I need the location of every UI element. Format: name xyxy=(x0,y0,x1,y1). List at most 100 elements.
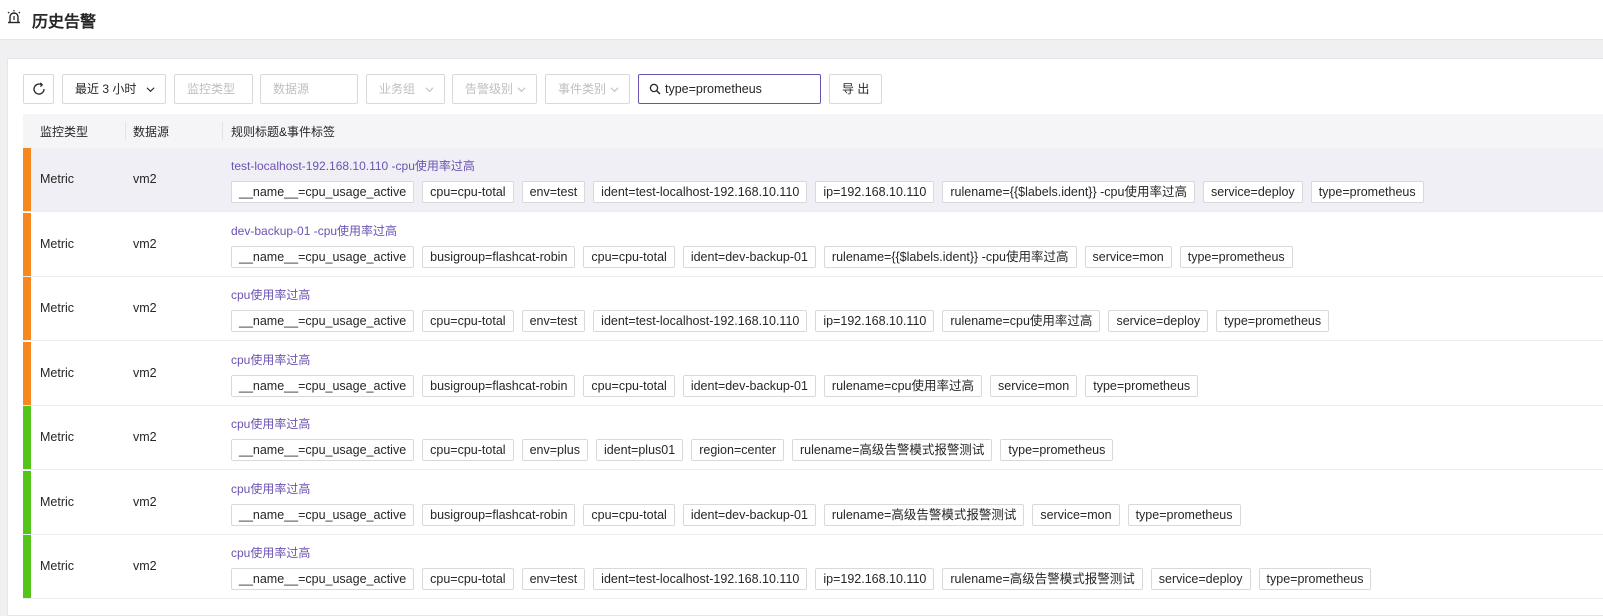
event-tags: __name__=cpu_usage_active cpu=cpu-total en… xyxy=(231,181,1424,203)
event-tag[interactable]: type=prometheus xyxy=(1000,439,1114,461)
datasource-select[interactable]: 数据源 xyxy=(260,74,358,104)
monitor-type-cell: Metric xyxy=(40,365,75,380)
severity-indicator xyxy=(23,212,31,276)
table-row[interactable]: Metric vm2 cpu使用率过高 __name__=cpu_usage_acti… xyxy=(23,406,1603,470)
event-tag[interactable]: type=prometheus xyxy=(1179,245,1293,268)
event-tag[interactable]: ident=test-localhost-192.168.10.110 xyxy=(593,310,808,332)
datasource-cell: vm2 xyxy=(133,365,157,380)
event-tag[interactable]: __name__=cpu_usage_active xyxy=(231,181,415,203)
event-tag[interactable]: ident=dev-backup-01 xyxy=(682,245,816,268)
rule-title-link[interactable]: cpu使用率过高 xyxy=(231,286,310,303)
datasource-cell: vm2 xyxy=(133,172,157,186)
event-tag[interactable]: cpu=cpu-total xyxy=(583,503,675,526)
rule-title-link[interactable]: cpu使用率过高 xyxy=(231,480,310,497)
event-tag[interactable]: type=prometheus xyxy=(1258,568,1372,590)
event-tag[interactable]: region=center xyxy=(691,439,784,461)
event-tag[interactable]: service=deploy xyxy=(1202,181,1303,203)
event-tags: __name__=cpu_usage_active busigroup=flash… xyxy=(231,374,1199,397)
refresh-icon xyxy=(33,82,45,95)
event-tag[interactable]: service=mon xyxy=(1084,245,1172,268)
event-tag[interactable]: cpu=cpu-total xyxy=(422,310,514,332)
event-type-select[interactable]: 事件类别 xyxy=(545,74,630,104)
event-tag[interactable]: busigroup=flashcat-robin xyxy=(422,503,576,526)
event-tag[interactable]: busigroup=flashcat-robin xyxy=(422,374,576,397)
event-tag[interactable]: service=deploy xyxy=(1108,310,1209,332)
column-header-title-tags: 规则标题&事件标签 xyxy=(231,125,336,139)
event-tag[interactable]: env=test xyxy=(521,568,586,590)
monitor-type-select[interactable]: 监控类型 xyxy=(174,74,253,104)
event-tag[interactable]: type=prometheus xyxy=(1127,503,1241,526)
table-row[interactable]: Metric vm2 cpu使用率过高 __name__=cpu_usage_acti… xyxy=(23,341,1603,406)
export-button[interactable]: 导 出 xyxy=(829,74,882,104)
search-input-value: type=prometheus xyxy=(665,82,762,96)
rule-title-link[interactable]: cpu使用率过高 xyxy=(231,544,310,561)
event-tag[interactable]: env=plus xyxy=(521,439,588,461)
event-tag[interactable]: cpu=cpu-total xyxy=(583,245,675,268)
event-tag[interactable]: cpu=cpu-total xyxy=(422,568,514,590)
event-tag[interactable]: rulename={{$labels.ident}} -cpu使用率过高 xyxy=(823,245,1077,268)
column-divider xyxy=(125,122,126,140)
rule-title-link[interactable]: cpu使用率过高 xyxy=(231,351,310,368)
event-tag[interactable]: env=test xyxy=(521,310,586,332)
event-tag[interactable]: __name__=cpu_usage_active xyxy=(231,568,415,590)
table-row[interactable]: Metric vm2 dev-backup-01 -cpu使用率过高 __name__… xyxy=(23,212,1603,277)
event-tag[interactable]: __name__=cpu_usage_active xyxy=(231,374,415,397)
rule-title-link[interactable]: test-localhost-192.168.10.110 -cpu使用率过高 xyxy=(231,157,475,174)
event-tag[interactable]: rulename=高级告警模式报警测试 xyxy=(942,568,1143,590)
event-tag[interactable]: rulename=高级告警模式报警测试 xyxy=(792,439,993,461)
event-tag[interactable]: __name__=cpu_usage_active xyxy=(231,439,415,461)
event-tag[interactable]: ip=192.168.10.110 xyxy=(815,181,935,203)
rule-title-link[interactable]: cpu使用率过高 xyxy=(231,415,310,432)
severity-indicator xyxy=(23,148,31,211)
event-tag[interactable]: type=prometheus xyxy=(1310,181,1424,203)
event-tag[interactable]: ident=dev-backup-01 xyxy=(682,503,816,526)
refresh-button[interactable] xyxy=(23,74,54,104)
column-divider xyxy=(222,122,223,140)
search-input[interactable]: type=prometheus xyxy=(638,74,821,104)
event-tag[interactable]: rulename=cpu使用率过高 xyxy=(823,374,982,397)
event-tag[interactable]: rulename=高级告警模式报警测试 xyxy=(823,503,1025,526)
event-tag[interactable]: ident=dev-backup-01 xyxy=(682,374,816,397)
event-tag[interactable]: service=mon xyxy=(990,374,1078,397)
event-tag[interactable]: ident=plus01 xyxy=(595,439,684,461)
table-row[interactable]: Metric vm2 cpu使用率过高 __name__=cpu_usage_acti… xyxy=(23,535,1603,599)
event-tag[interactable]: cpu=cpu-total xyxy=(583,374,675,397)
event-tag[interactable]: __name__=cpu_usage_active xyxy=(231,503,415,526)
event-tag[interactable]: busigroup=flashcat-robin xyxy=(422,245,576,268)
event-tags: __name__=cpu_usage_active cpu=cpu-total en… xyxy=(231,310,1330,332)
event-tag[interactable]: env=test xyxy=(521,181,586,203)
chevron-down-icon xyxy=(517,87,526,93)
datasource-cell: vm2 xyxy=(133,430,157,444)
event-tag[interactable]: rulename={{$labels.ident}} -cpu使用率过高 xyxy=(942,181,1195,203)
event-tag[interactable]: __name__=cpu_usage_active xyxy=(231,245,415,268)
event-tag[interactable]: ident=test-localhost-192.168.10.110 xyxy=(593,568,808,590)
event-tag[interactable]: type=prometheus xyxy=(1085,374,1199,397)
event-tag[interactable]: rulename=cpu使用率过高 xyxy=(942,310,1101,332)
time-range-select[interactable]: 最近 3 小时 xyxy=(62,74,166,104)
export-button-label: 导 出 xyxy=(842,82,870,96)
event-tag[interactable]: __name__=cpu_usage_active xyxy=(231,310,415,332)
table-header: 监控类型 数据源 规则标题&事件标签 xyxy=(23,114,1603,149)
table-row[interactable]: Metric vm2 cpu使用率过高 __name__=cpu_usage_acti… xyxy=(23,470,1603,535)
event-tag[interactable]: service=deploy xyxy=(1150,568,1251,590)
severity-indicator xyxy=(23,470,31,534)
page-title: 历史告警 xyxy=(32,14,97,31)
event-tag[interactable]: ip=192.168.10.110 xyxy=(815,568,935,590)
event-tag[interactable]: ip=192.168.10.110 xyxy=(815,310,935,332)
severity-select[interactable]: 告警级别 xyxy=(452,74,537,104)
monitor-type-cell: Metric xyxy=(40,301,75,315)
table-row[interactable]: Metric vm2 cpu使用率过高 __name__=cpu_usage_acti… xyxy=(23,277,1603,341)
search-icon xyxy=(649,83,661,95)
severity-indicator xyxy=(23,535,31,598)
event-tag[interactable]: type=prometheus xyxy=(1216,310,1330,332)
monitor-type-cell: Metric xyxy=(40,236,75,251)
history-alerts-card: 最近 3 小时 监控类型 数据源 业务组 告警级别 事件类别 type=prom… xyxy=(7,58,1603,616)
event-tag[interactable]: cpu=cpu-total xyxy=(422,439,514,461)
table-row[interactable]: Metric vm2 test-localhost-192.168.10.110 -… xyxy=(23,148,1603,212)
event-tag[interactable]: service=mon xyxy=(1032,503,1120,526)
busi-group-select[interactable]: 业务组 xyxy=(366,74,445,104)
event-tag[interactable]: cpu=cpu-total xyxy=(422,181,514,203)
rule-title-link[interactable]: dev-backup-01 -cpu使用率过高 xyxy=(231,222,397,239)
event-tag[interactable]: ident=test-localhost-192.168.10.110 xyxy=(593,181,808,203)
chevron-down-icon xyxy=(146,87,155,93)
